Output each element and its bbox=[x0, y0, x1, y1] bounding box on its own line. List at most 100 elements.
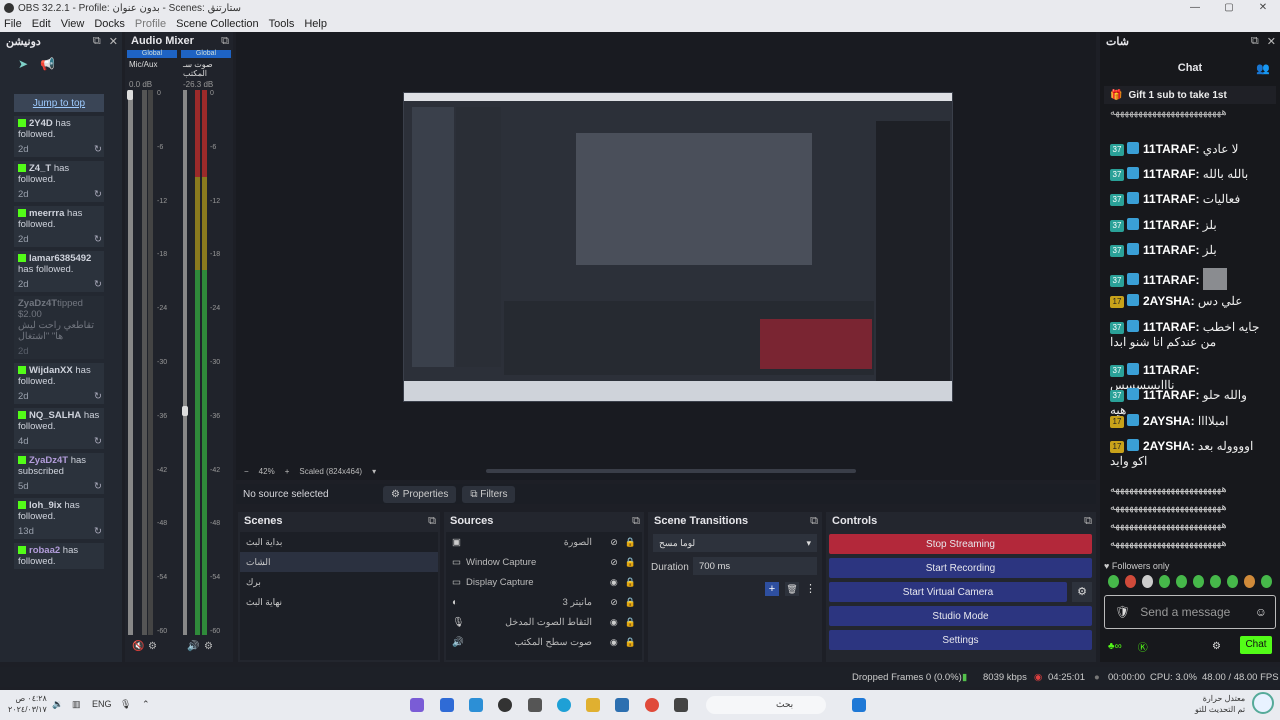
float-icon[interactable]: ⧉ bbox=[1084, 515, 1092, 528]
stop-streaming-button[interactable]: Stop Streaming bbox=[829, 534, 1092, 554]
weather-icon[interactable] bbox=[1252, 692, 1274, 714]
speaker-icon[interactable]: 🔉 bbox=[52, 699, 63, 710]
transition-select[interactable]: لوما مسح ▾ bbox=[653, 534, 817, 552]
program-preview[interactable] bbox=[403, 92, 953, 402]
replay-icon[interactable]: ↻ bbox=[94, 481, 102, 492]
replay-icon[interactable]: ↻ bbox=[94, 279, 102, 290]
channel-name[interactable]: Mic/Aux bbox=[125, 60, 179, 78]
chrome-icon[interactable] bbox=[645, 698, 659, 712]
float-icon[interactable]: ⧉ bbox=[810, 515, 818, 528]
edge-icon[interactable] bbox=[557, 698, 571, 712]
app-icon[interactable] bbox=[674, 698, 688, 712]
minimize-button[interactable]: — bbox=[1178, 0, 1212, 16]
eye-icon[interactable]: ◉ bbox=[610, 577, 618, 588]
users-icon[interactable]: 👥 bbox=[1256, 62, 1270, 75]
source-item[interactable]: 🔊 صوت سطح المكتب ◉ 🔒 bbox=[446, 632, 642, 652]
lock-icon[interactable]: 🔒 bbox=[625, 537, 636, 548]
add-transition-button[interactable]: + bbox=[765, 582, 779, 596]
lock-icon[interactable]: 🔒 bbox=[625, 617, 636, 628]
scene-item[interactable]: برك bbox=[240, 572, 438, 592]
shield-icon[interactable]: 🛡 bbox=[1115, 605, 1130, 619]
message-input[interactable]: 🛡 Send a message ☺ bbox=[1104, 595, 1276, 629]
lock-icon[interactable]: 🔒 bbox=[625, 577, 636, 588]
volume-fader-track[interactable] bbox=[183, 90, 187, 635]
float-icon[interactable]: ⧉ bbox=[1251, 35, 1259, 48]
source-item[interactable]: ◐ مانيتر 3 ⊘ 🔒 bbox=[446, 592, 642, 612]
gear-icon[interactable]: ⚙ bbox=[1072, 582, 1092, 602]
app-icon[interactable] bbox=[410, 698, 424, 712]
pinned-message[interactable]: 🎁 Gift 1 sub to take 1st bbox=[1104, 86, 1276, 104]
filters-button[interactable]: ⧉ Filters bbox=[462, 485, 516, 503]
scene-item[interactable]: الشات bbox=[240, 552, 438, 572]
scene-item[interactable]: بداية البث bbox=[240, 532, 438, 552]
network-icon[interactable]: ▥ bbox=[72, 699, 81, 710]
menu-help[interactable]: Help bbox=[304, 18, 327, 30]
delete-icon[interactable]: 🗑 bbox=[785, 582, 799, 596]
microphone-icon[interactable]: 🎙 bbox=[120, 699, 131, 710]
speaker-icon[interactable]: 🔊 bbox=[187, 641, 199, 652]
hidden-eye-icon[interactable]: ⊘ bbox=[610, 597, 618, 608]
hidden-eye-icon[interactable]: ⊘ bbox=[610, 557, 618, 568]
source-item[interactable]: 🎙 التقاط الصوت المدخل ◉ 🔒 bbox=[446, 612, 642, 632]
float-icon[interactable]: ⧉ bbox=[428, 515, 436, 528]
eye-icon[interactable]: ◉ bbox=[610, 617, 618, 628]
replay-icon[interactable]: ↻ bbox=[94, 391, 102, 402]
volume-fader-track[interactable] bbox=[128, 90, 133, 635]
points-icon[interactable]: ♣∞ bbox=[1108, 641, 1122, 652]
source-item[interactable]: ▭ Display Capture ◉ 🔒 bbox=[446, 572, 642, 592]
send-icon[interactable]: ➤ bbox=[18, 57, 28, 71]
lock-icon[interactable]: 🔒 bbox=[625, 637, 636, 648]
studio-mode-button[interactable]: Studio Mode bbox=[829, 606, 1092, 626]
language-indicator[interactable]: ENG bbox=[92, 699, 112, 709]
more-icon[interactable]: ⋮ bbox=[805, 582, 816, 596]
maximize-button[interactable]: ▢ bbox=[1212, 0, 1246, 16]
replay-icon[interactable]: ↻ bbox=[94, 144, 102, 155]
scene-item[interactable]: نهاية البث bbox=[240, 592, 438, 612]
chevron-up-icon[interactable]: ⌃ bbox=[142, 699, 150, 710]
eye-icon[interactable]: ◉ bbox=[610, 637, 618, 648]
float-icon[interactable]: ⧉ bbox=[632, 515, 640, 528]
start-virtual-camera-button[interactable]: Start Virtual Camera bbox=[829, 582, 1067, 602]
menu-edit[interactable]: Edit bbox=[32, 18, 51, 30]
gear-icon[interactable]: ⚙ bbox=[1212, 641, 1221, 652]
properties-button[interactable]: ⚙ Properties bbox=[383, 485, 457, 503]
lock-icon[interactable]: 🔒 bbox=[625, 597, 636, 608]
settings-button[interactable]: Settings bbox=[829, 630, 1092, 650]
volume-fader-knob[interactable] bbox=[127, 90, 133, 100]
search-box[interactable]: بحث bbox=[706, 696, 826, 714]
lock-icon[interactable]: 🔒 bbox=[625, 557, 636, 568]
replay-icon[interactable]: ↻ bbox=[94, 436, 102, 447]
menu-view[interactable]: View bbox=[61, 18, 85, 30]
horizontal-scrollbar[interactable] bbox=[486, 469, 856, 473]
menu-file[interactable]: File bbox=[4, 18, 22, 30]
app-icon[interactable] bbox=[469, 698, 483, 712]
menu-scene-collection[interactable]: Scene Collection bbox=[176, 18, 259, 30]
hidden-eye-icon[interactable]: ⊘ bbox=[610, 537, 618, 548]
source-item[interactable]: ▭ Window Capture ⊘ 🔒 bbox=[446, 552, 642, 572]
jump-to-top-button[interactable]: Jump to top bbox=[14, 94, 104, 112]
float-icon[interactable]: ⧉ bbox=[93, 35, 101, 48]
menu-docks[interactable]: Docks bbox=[94, 18, 125, 30]
volume-fader-knob[interactable] bbox=[182, 406, 188, 417]
gear-icon[interactable]: ⚙ bbox=[204, 641, 213, 652]
close-dock-icon[interactable]: ✕ bbox=[1267, 35, 1276, 48]
emoji-icon[interactable]: ☺ bbox=[1255, 605, 1267, 619]
folder-icon[interactable] bbox=[586, 698, 600, 712]
channel-name[interactable]: صوت سـ المكتب bbox=[179, 60, 233, 78]
app-icon[interactable] bbox=[440, 698, 454, 712]
mute-icon[interactable]: 🔇 bbox=[132, 641, 144, 652]
close-button[interactable]: ✕ bbox=[1246, 0, 1280, 16]
zoom-out-button[interactable]: − bbox=[244, 467, 249, 476]
gear-icon[interactable]: ⚙ bbox=[148, 641, 157, 652]
float-icon[interactable]: ⧉ bbox=[221, 35, 229, 48]
start-recording-button[interactable]: Start Recording bbox=[829, 558, 1092, 578]
close-dock-icon[interactable]: ✕ bbox=[109, 35, 118, 48]
duration-input[interactable]: 700 ms bbox=[693, 557, 817, 575]
zoom-in-button[interactable]: + bbox=[285, 467, 290, 476]
start-button-icon[interactable] bbox=[852, 698, 866, 712]
app-icon[interactable] bbox=[615, 698, 629, 712]
menu-profile[interactable]: Profile bbox=[135, 18, 166, 30]
megaphone-icon[interactable]: 📢 bbox=[40, 57, 55, 71]
source-item[interactable]: ▣ الصورة ⊘ 🔒 bbox=[446, 532, 642, 552]
menu-tools[interactable]: Tools bbox=[269, 18, 295, 30]
